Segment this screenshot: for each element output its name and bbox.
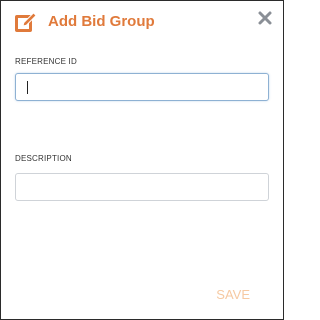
reference-id-input[interactable] xyxy=(15,73,269,101)
close-icon[interactable] xyxy=(257,10,273,26)
description-label: DESCRIPTION xyxy=(15,154,72,163)
reference-id-label: REFERENCE ID xyxy=(15,57,77,66)
description-input[interactable] xyxy=(15,173,269,201)
add-bid-group-dialog: Add Bid Group REFERENCE ID DESCRIPTION S… xyxy=(0,0,284,320)
text-cursor xyxy=(27,81,28,94)
save-button[interactable]: SAVE xyxy=(216,287,250,302)
dialog-title: Add Bid Group xyxy=(48,13,155,30)
dialog-header: Add Bid Group xyxy=(1,1,283,41)
edit-icon xyxy=(14,10,38,34)
